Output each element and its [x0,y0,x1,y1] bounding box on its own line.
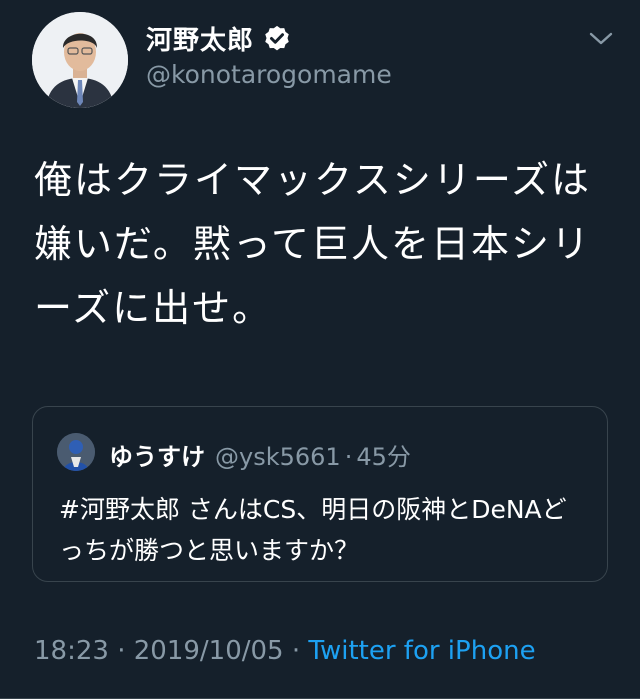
meta-separator: · [108,636,134,666]
tweet-date: 2019/10/05 [133,636,284,666]
quoted-display-name: ゆうすけ [109,443,205,471]
quoted-handle: @ysk5661 [215,443,341,471]
author-avatar[interactable] [32,12,128,108]
quoted-header: ゆうすけ @ysk5661 · 45分 [109,437,411,472]
tweet-metadata: 18:23 · 2019/10/05 · Twitter for iPhone [34,636,536,666]
chevron-down-icon[interactable] [588,28,614,50]
meta-separator: · [283,636,309,666]
tweet-detail: 河野太郎 @konotarogomame 俺はクライマックスシリーズは嫌いだ。黙… [0,0,640,699]
tweet-time: 18:23 [34,636,109,666]
quoted-text: #河野太郎 さんはCS、明日の阪神とDeNAどっちが勝つと思いますか？ [59,495,567,565]
tweet-text: 俺はクライマックスシリーズは嫌いだ。黙って巨人を日本シリーズに出せ。 [34,158,591,330]
quoted-separator: · [344,443,353,471]
author-handle[interactable]: @konotarogomame [146,60,392,89]
quoted-timestamp: 45分 [356,443,411,471]
quoted-tweet[interactable]: ゆうすけ @ysk5661 · 45分 #河野太郎 さんはCS、明日の阪神とDe… [32,406,608,582]
author-display-name[interactable]: 河野太郎 [146,20,254,57]
quoted-author-avatar[interactable] [57,433,95,471]
author-name-row: 河野太郎 [146,20,292,57]
verified-badge-icon [262,24,292,54]
tweet-source-link[interactable]: Twitter for iPhone [308,636,535,666]
